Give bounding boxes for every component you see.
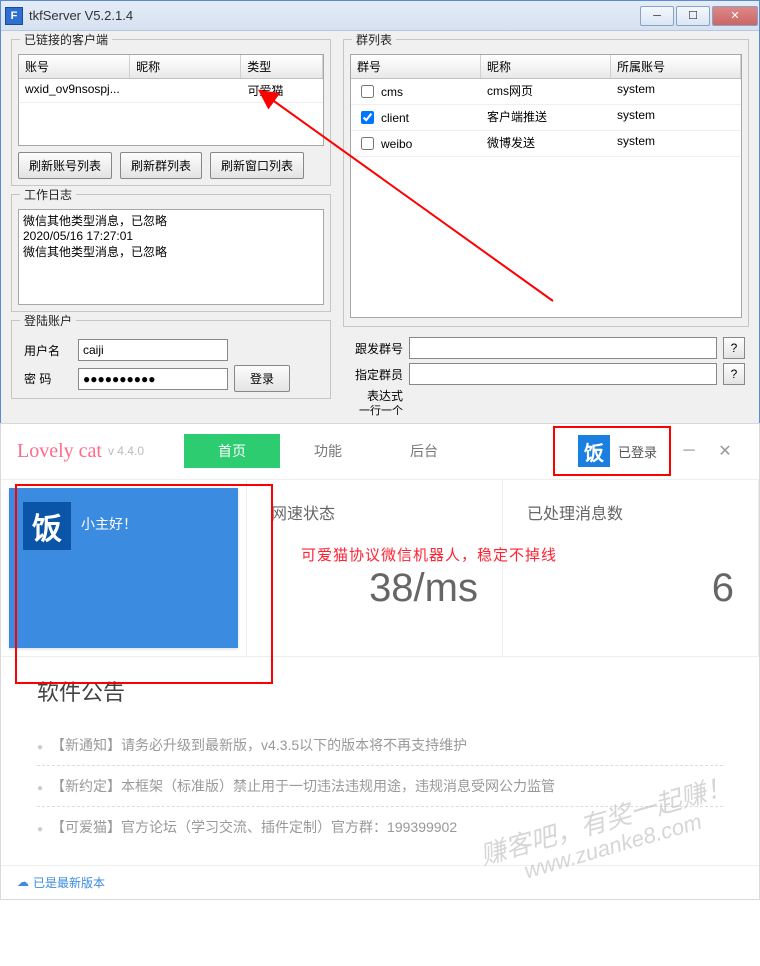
username-input[interactable]	[78, 339, 228, 361]
table-row[interactable]: weibo 微博发送 system	[351, 131, 741, 157]
clients-group: 已链接的客户端 账号 昵称 类型 wxid_ov9nsospj... 可爱猫 刷…	[11, 39, 331, 186]
avatar: 饭	[23, 502, 71, 550]
password-input[interactable]	[78, 368, 228, 390]
notice-section: 软件公告 【新通知】请务必升级到最新版，v4.3.5以下的版本将不再支持维护 【…	[1, 657, 759, 865]
lc-brand: Lovely cat	[17, 440, 102, 463]
table-row[interactable]: client 客户端推送 system	[351, 105, 741, 131]
tkfserver-window: F tkfServer V5.2.1.4 ─ ☐ ✕ 已链接的客户端 账号 昵称…	[0, 0, 760, 424]
groups-table[interactable]: 群号 昵称 所属账号 cms cms网页 system client 客户端推送…	[350, 54, 742, 318]
tab-function[interactable]: 功能	[280, 434, 376, 468]
minimize-button[interactable]: ─	[640, 6, 674, 26]
titlebar: F tkfServer V5.2.1.4 ─ ☐ ✕	[1, 1, 759, 31]
expression-label: 表达式 一行一个	[347, 389, 403, 419]
greeting-label: 小主好！	[81, 514, 137, 534]
cloud-icon: ☁	[17, 875, 29, 889]
list-item: 【新约定】本框架（标准版）禁止用于一切违法违规用途，违规消息受网公力监管	[37, 765, 723, 806]
assign-member-help-button[interactable]: ?	[723, 363, 745, 385]
close-button[interactable]: ✕	[712, 6, 758, 26]
messages-value: 6	[527, 566, 734, 611]
log-group-label: 工作日志	[20, 186, 76, 203]
refresh-windows-button[interactable]: 刷新窗口列表	[210, 152, 304, 179]
login-group: 登陆账户 用户名 密 码 登录	[11, 320, 331, 399]
group-check-cms[interactable]	[361, 85, 374, 98]
lc-minimize-button[interactable]: ─	[671, 437, 707, 465]
login-group-label: 登陆账户	[20, 312, 76, 329]
username-label: 用户名	[24, 342, 72, 359]
clients-col-type[interactable]: 类型	[241, 55, 323, 78]
lc-footer: ☁ 已是最新版本	[1, 865, 759, 899]
table-row[interactable]: cms cms网页 system	[351, 79, 741, 105]
list-item: 【新通知】请务必升级到最新版，v4.3.5以下的版本将不再支持维护	[37, 725, 723, 765]
clients-group-label: 已链接的客户端	[20, 31, 112, 48]
app-icon: F	[5, 7, 23, 25]
login-button[interactable]: 登录	[234, 365, 290, 392]
profile-card: 饭 小主好！	[1, 480, 247, 656]
lovelycat-window: Lovely cat v 4.4.0 首页 功能 后台 饭 已登录 ─ ✕ 饭 …	[0, 423, 760, 900]
messages-title: 已处理消息数	[527, 500, 734, 524]
messages-card: 已处理消息数 6	[503, 480, 759, 656]
groups-col-id[interactable]: 群号	[351, 55, 481, 78]
fan-icon: 饭	[578, 435, 610, 467]
window-title: tkfServer V5.2.1.4	[29, 8, 133, 23]
follow-group-input[interactable]	[409, 337, 717, 359]
refresh-accounts-button[interactable]: 刷新账号列表	[18, 152, 112, 179]
list-item: 【可爱猫】官方论坛（学习交流、插件定制）官方群：199399902	[37, 806, 723, 847]
annotation-note: 可爱猫协议微信机器人，稳定不掉线	[301, 544, 557, 565]
login-status[interactable]: 饭 已登录	[578, 435, 657, 467]
groups-col-owner[interactable]: 所属账号	[611, 55, 741, 78]
follow-group-help-button[interactable]: ?	[723, 337, 745, 359]
notice-title: 软件公告	[37, 675, 723, 707]
group-check-weibo[interactable]	[361, 137, 374, 150]
log-textarea[interactable]: 微信其他类型消息，已忽略 2020/05/16 17:27:01 微信其他类型消…	[18, 209, 324, 305]
groups-group-label: 群列表	[352, 31, 396, 48]
netspeed-value: 38/ms	[271, 566, 478, 611]
clients-table[interactable]: 账号 昵称 类型 wxid_ov9nsospj... 可爱猫	[18, 54, 324, 146]
clients-col-account[interactable]: 账号	[19, 55, 130, 78]
tab-home[interactable]: 首页	[184, 434, 280, 468]
group-check-client[interactable]	[361, 111, 374, 124]
refresh-groups-button[interactable]: 刷新群列表	[120, 152, 202, 179]
profile-panel: 饭 小主好！	[9, 488, 238, 648]
lc-version: v 4.4.0	[108, 444, 144, 458]
assign-member-label: 指定群员	[347, 366, 403, 383]
netspeed-card: 网速状态 38/ms	[247, 480, 503, 656]
lc-close-button[interactable]: ✕	[707, 437, 743, 465]
clients-col-nick[interactable]: 昵称	[130, 55, 241, 78]
groups-col-nick[interactable]: 昵称	[481, 55, 611, 78]
follow-group-label: 跟发群号	[347, 340, 403, 357]
netspeed-title: 网速状态	[271, 500, 478, 524]
login-status-label: 已登录	[618, 442, 657, 461]
maximize-button[interactable]: ☐	[676, 6, 710, 26]
footer-text: 已是最新版本	[33, 874, 105, 891]
lc-topbar: Lovely cat v 4.4.0 首页 功能 后台 饭 已登录 ─ ✕	[1, 424, 759, 480]
groups-group: 群列表 群号 昵称 所属账号 cms cms网页 system client 客	[343, 39, 749, 327]
tab-backend[interactable]: 后台	[376, 434, 472, 468]
table-row[interactable]: wxid_ov9nsospj... 可爱猫	[19, 79, 323, 103]
assign-member-input[interactable]	[409, 363, 717, 385]
password-label: 密 码	[24, 370, 72, 387]
log-group: 工作日志 微信其他类型消息，已忽略 2020/05/16 17:27:01 微信…	[11, 194, 331, 312]
